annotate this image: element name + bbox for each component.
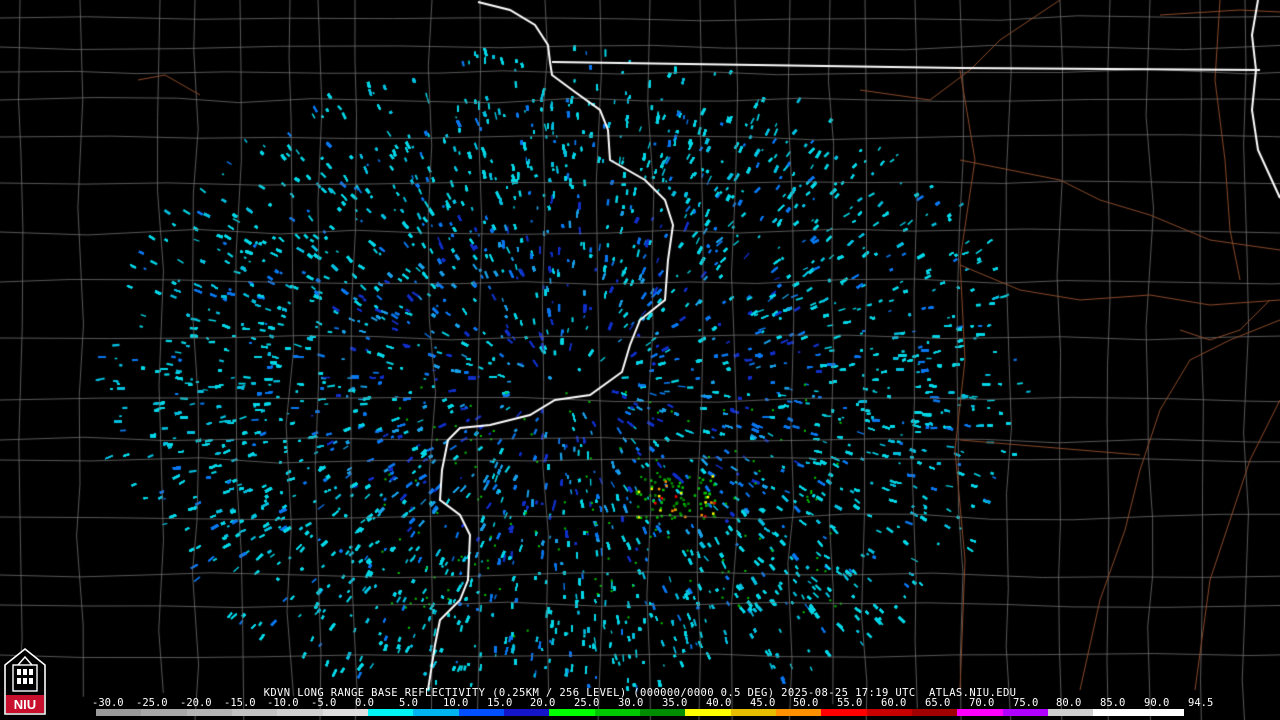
- radar-reflectivity-map: [0, 0, 1280, 720]
- scale-label: -10.0: [267, 697, 299, 709]
- color-bar-segment: [1093, 709, 1139, 716]
- scale-label: 75.0: [1013, 697, 1039, 709]
- scale-label: 10.0: [443, 697, 469, 709]
- color-bar-segment: [503, 709, 550, 716]
- color-bar-segment: [549, 709, 595, 716]
- color-bar-segment: [685, 709, 731, 716]
- color-bar-segment: [231, 709, 278, 716]
- color-bar-segment: [821, 709, 867, 716]
- color-bar-segment: [957, 709, 1003, 716]
- color-bar-segment: [639, 709, 686, 716]
- color-bar-segment: [911, 709, 958, 716]
- scale-label: 30.0: [618, 697, 644, 709]
- color-bar-segment: [367, 709, 414, 716]
- scale-label: 70.0: [969, 697, 995, 709]
- color-bar-segment: [413, 709, 459, 716]
- color-bar-segment: [866, 709, 912, 716]
- scale-label: 94.5: [1188, 697, 1214, 709]
- color-bar-segment: [1138, 709, 1184, 716]
- logo-text: NIU: [14, 697, 36, 712]
- scale-label: -5.0: [311, 697, 337, 709]
- scale-label: 5.0: [399, 697, 418, 709]
- color-bar-segment: [1047, 709, 1094, 716]
- color-bar-segment: [594, 709, 640, 716]
- color-bar-segment: [186, 709, 232, 716]
- scale-label: 50.0: [793, 697, 819, 709]
- scale-label: 60.0: [881, 697, 907, 709]
- color-bar-segment: [277, 709, 323, 716]
- scale-label: 35.0: [662, 697, 688, 709]
- scale-label: 90.0: [1144, 697, 1170, 709]
- scale-label: 45.0: [750, 697, 776, 709]
- scale-label: 25.0: [574, 697, 600, 709]
- color-bar-segment: [730, 709, 776, 716]
- scale-label: -30.0: [92, 697, 124, 709]
- scale-label: 0.0: [355, 697, 374, 709]
- scale-label: 40.0: [706, 697, 732, 709]
- scale-label: 15.0: [487, 697, 513, 709]
- scale-label: 80.0: [1056, 697, 1082, 709]
- scale-label: 20.0: [530, 697, 556, 709]
- color-bar-segment: [96, 709, 142, 716]
- radar-map-view: KDVN LONG RANGE BASE REFLECTIVITY (0.25K…: [0, 0, 1280, 720]
- niu-logo: NIU: [4, 647, 46, 715]
- scale-label: 85.0: [1100, 697, 1126, 709]
- reflectivity-scale-labels: -30.0 -25.0 -20.0 -15.0 -10.0 -5.0 0.0 5.0 10.0 1…: [92, 697, 1213, 709]
- scale-label: -25.0: [136, 697, 168, 709]
- scale-label: 55.0: [837, 697, 863, 709]
- scale-label: -20.0: [180, 697, 212, 709]
- color-bar-segment: [141, 709, 187, 716]
- color-bar-segment: [775, 709, 822, 716]
- reflectivity-color-bar: [96, 709, 1184, 716]
- scale-label: -15.0: [224, 697, 256, 709]
- color-bar-segment: [458, 709, 504, 716]
- scale-label: 65.0: [925, 697, 951, 709]
- color-bar-segment: [322, 709, 368, 716]
- color-bar-segment: [1002, 709, 1048, 716]
